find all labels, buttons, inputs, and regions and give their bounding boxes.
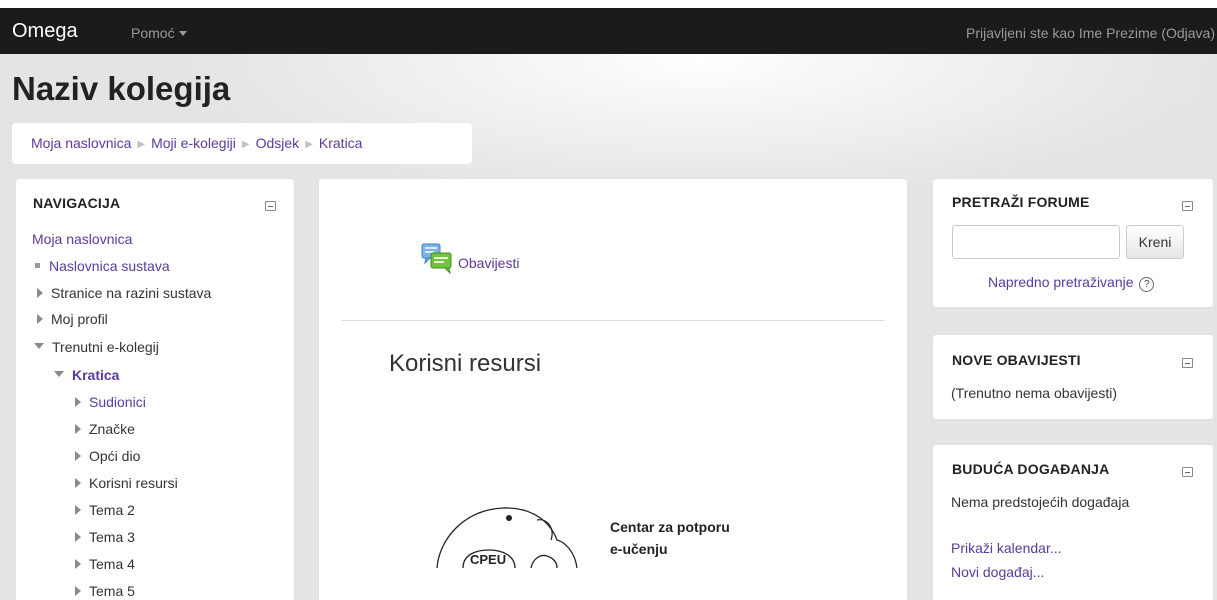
nav-item-topic-3[interactable]: Tema 3 [75, 529, 135, 545]
latest-news-title: NOVE OBAVIJESTI [952, 352, 1081, 368]
cpeu-logo-text: CPEU [470, 552, 506, 567]
navigation-block-title: NAVIGACIJA [33, 195, 121, 211]
breadcrumb-item-my-courses[interactable]: Moji e-kolegiji [151, 135, 236, 151]
nav-item-my-profile[interactable]: Moj profil [37, 311, 108, 327]
nav-item-label: Stranice na razini sustava [51, 285, 212, 301]
nav-item-general[interactable]: Opći dio [75, 448, 140, 464]
expand-right-icon [75, 478, 81, 488]
breadcrumb-item-department[interactable]: Odsjek [256, 135, 300, 151]
new-event-link[interactable]: Novi događaj... [951, 564, 1044, 580]
expand-right-icon [75, 505, 81, 515]
collapse-icon[interactable] [1182, 467, 1193, 477]
nav-item-participants[interactable]: Sudionici [75, 394, 146, 410]
nav-item-label: Trenutni e-kolegij [52, 339, 159, 355]
help-menu-dropdown[interactable]: Pomoć [131, 25, 187, 41]
advanced-search-row: Napredno pretraživanje ? [988, 274, 1155, 292]
search-forums-title: PRETRAŽI FORUME [952, 194, 1090, 210]
expand-right-icon [75, 559, 81, 569]
site-brand-link[interactable]: Omega [12, 20, 78, 43]
navigation-block: NAVIGACIJA Moja naslovnica Naslovnica su… [15, 178, 295, 600]
nav-item-site-home[interactable]: Naslovnica sustava [35, 258, 170, 274]
nav-item-topic-4[interactable]: Tema 4 [75, 556, 135, 572]
nav-item-label: Naslovnica sustava [49, 258, 170, 274]
expand-right-icon [75, 586, 81, 596]
forum-news-link[interactable]: Obavijesti [458, 255, 519, 271]
expanded-icon [54, 371, 64, 377]
collapse-icon[interactable] [1182, 201, 1193, 211]
nav-item-label: Tema 5 [89, 583, 135, 599]
forum-news-label: Obavijesti [458, 255, 520, 271]
help-icon[interactable]: ? [1139, 277, 1155, 292]
expand-right-icon [37, 288, 43, 298]
expand-right-icon [75, 451, 81, 461]
nav-item-site-pages[interactable]: Stranice na razini sustava [37, 285, 211, 301]
nav-item-label: Tema 2 [89, 502, 135, 518]
collapse-icon[interactable] [265, 201, 276, 211]
breadcrumb-separator-icon: ▶ [137, 139, 146, 150]
nav-item-label: Moja naslovnica [32, 231, 133, 247]
show-calendar-link[interactable]: Prikaži kalendar... [951, 540, 1062, 556]
cpeu-elephant-logo: CPEU [436, 507, 578, 569]
nav-item-label: Sudionici [89, 394, 146, 410]
login-info: Prijavljeni ste kao Ime Prezime (Odjava) [966, 25, 1215, 41]
breadcrumb-item-course[interactable]: Kratica [319, 135, 363, 151]
help-menu-label: Pomoć [131, 25, 175, 41]
expand-right-icon [75, 424, 81, 434]
nav-item-label: Tema 4 [89, 556, 135, 572]
caret-down-icon [178, 30, 187, 36]
advanced-search-link[interactable]: Napredno pretraživanje [988, 274, 1134, 290]
logout-link[interactable]: (Odjava) [1161, 25, 1215, 41]
cpeu-caption-line-2: e-učenju [610, 541, 668, 557]
nav-item-home[interactable]: Moja naslovnica [32, 231, 132, 247]
nav-item-label: Opći dio [89, 448, 141, 464]
expand-right-icon [37, 314, 43, 324]
nav-item-label: Značke [89, 421, 135, 437]
breadcrumb: Moja naslovnica ▶ Moji e-kolegiji ▶ Odsjek ▶ K… [12, 123, 472, 164]
nav-item-label: Moj profil [51, 311, 108, 327]
cpeu-caption-line-1: Centar za potporu [610, 519, 730, 535]
nav-item-topic-5[interactable]: Tema 5 [75, 583, 135, 599]
nav-item-course-shortname[interactable]: Kratica [54, 367, 119, 383]
new-event-label: Novi događaj... [951, 564, 1045, 580]
latest-news-empty: (Trenutno nema obavijesti) [951, 385, 1118, 401]
expanded-icon [34, 343, 44, 349]
nav-item-label: Tema 3 [89, 529, 135, 545]
latest-news-block: NOVE OBAVIJESTI (Trenutno nema obavijest… [932, 334, 1214, 420]
nav-item-label: Korisni resursi [89, 475, 178, 491]
bullet-icon [35, 263, 40, 268]
collapse-icon[interactable] [1182, 358, 1193, 368]
breadcrumb-separator-icon: ▶ [305, 139, 313, 150]
breadcrumb-separator-icon: ▶ [241, 139, 250, 150]
nav-item-badges[interactable]: Značke [75, 421, 135, 437]
nav-item-label: Kratica [72, 367, 120, 383]
section-divider [341, 320, 885, 321]
nav-item-current-course[interactable]: Trenutni e-kolegij [34, 339, 159, 355]
expand-right-icon [75, 397, 81, 407]
top-navbar: Omega Pomoć Prijavljeni ste kao Ime Prez… [0, 8, 1217, 54]
login-text: Prijavljeni ste kao Ime Prezime [966, 25, 1158, 41]
page-title: Naziv kolegija [12, 70, 231, 107]
show-calendar-label: Prikaži kalendar... [951, 540, 1062, 556]
breadcrumb-item-home[interactable]: Moja naslovnica [31, 135, 131, 151]
nav-item-useful-resources[interactable]: Korisni resursi [75, 475, 178, 491]
top-border [0, 0, 1217, 8]
upcoming-events-empty: Nema predstojećih događaja [951, 494, 1130, 510]
cpeu-caption: Centar za potporu e-učenju [610, 516, 730, 560]
forum-search-button[interactable]: Kreni [1126, 225, 1184, 259]
forum-search-input[interactable] [952, 225, 1120, 259]
section-title: Korisni resursi [389, 350, 542, 377]
forum-icon [421, 243, 452, 274]
expand-right-icon [75, 532, 81, 542]
nav-item-topic-2[interactable]: Tema 2 [75, 502, 135, 518]
upcoming-events-title: BUDUĆA DOGAĐANJA [952, 461, 1110, 477]
upcoming-events-block: BUDUĆA DOGAĐANJA Nema predstojećih događ… [932, 444, 1214, 600]
